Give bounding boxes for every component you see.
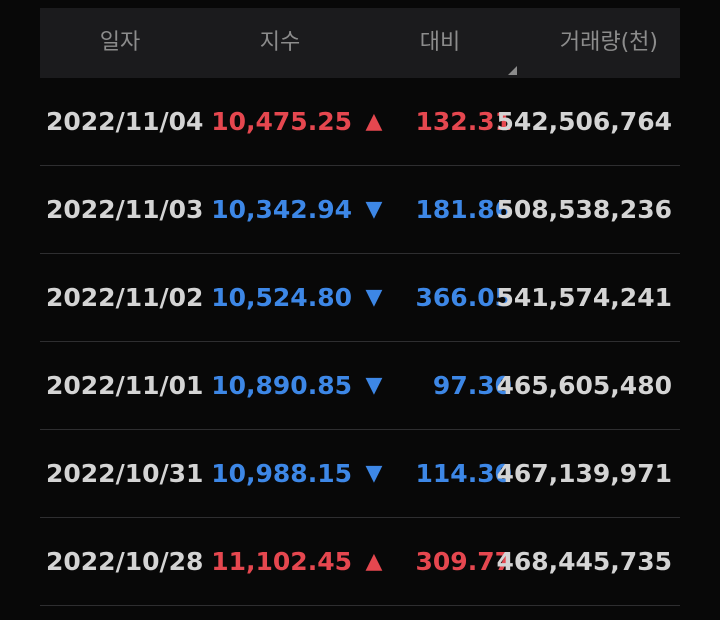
column-header-date[interactable]: 일자 bbox=[40, 8, 200, 78]
table-row[interactable]: 2022/10/31 10,988.15 ▼ 114.30 467,139,97… bbox=[40, 430, 680, 518]
index-cell: 10,890.85 bbox=[211, 371, 352, 400]
table-header: 일자 지수 대비 거래량(천) bbox=[40, 8, 680, 78]
volume-cell: 542,506,764 bbox=[496, 107, 672, 136]
date-cell: 2022/10/28 bbox=[46, 547, 204, 576]
column-header-volume[interactable]: 거래량(천) bbox=[520, 8, 680, 78]
volume-cell: 508,538,236 bbox=[496, 195, 672, 224]
table-row[interactable]: 2022/10/28 11,102.45 ▲ 309.77 468,445,73… bbox=[40, 518, 680, 606]
column-header-change[interactable]: 대비 bbox=[360, 8, 520, 78]
down-arrow-icon: ▼ bbox=[365, 461, 383, 486]
table-row[interactable]: 2022/11/03 10,342.94 ▼ 181.86 508,538,23… bbox=[40, 166, 680, 254]
volume-cell: 468,445,735 bbox=[496, 547, 672, 576]
date-cell: 2022/11/03 bbox=[46, 195, 204, 224]
index-cell: 10,342.94 bbox=[211, 195, 352, 224]
up-arrow-icon: ▲ bbox=[365, 549, 383, 574]
date-cell: 2022/11/02 bbox=[46, 283, 204, 312]
down-arrow-icon: ▼ bbox=[365, 373, 383, 398]
table-row[interactable]: 2022/11/01 10,890.85 ▼ 97.30 465,605,480 bbox=[40, 342, 680, 430]
down-arrow-icon: ▼ bbox=[365, 285, 383, 310]
up-arrow-icon: ▲ bbox=[365, 109, 383, 134]
index-cell: 10,524.80 bbox=[211, 283, 352, 312]
index-cell: 10,988.15 bbox=[211, 459, 352, 488]
table-row[interactable]: 2022/11/02 10,524.80 ▼ 366.05 541,574,24… bbox=[40, 254, 680, 342]
volume-cell: 467,139,971 bbox=[496, 459, 672, 488]
sort-indicator-icon[interactable] bbox=[508, 66, 517, 75]
date-cell: 2022/11/01 bbox=[46, 371, 204, 400]
date-cell: 2022/11/04 bbox=[46, 107, 204, 136]
column-header-volume-label: 거래량(천) bbox=[559, 30, 658, 55]
column-header-index[interactable]: 지수 bbox=[200, 8, 360, 78]
index-cell: 10,475.25 bbox=[211, 107, 352, 136]
down-arrow-icon: ▼ bbox=[365, 197, 383, 222]
date-cell: 2022/10/31 bbox=[46, 459, 204, 488]
index-cell: 11,102.45 bbox=[211, 547, 352, 576]
table-row[interactable]: 2022/11/04 10,475.25 ▲ 132.31 542,506,76… bbox=[40, 78, 680, 166]
volume-cell: 541,574,241 bbox=[496, 283, 672, 312]
index-history-table: 일자 지수 대비 거래량(천) 2022/11/04 10,475.25 ▲ 1… bbox=[40, 8, 680, 606]
volume-cell: 465,605,480 bbox=[496, 371, 672, 400]
